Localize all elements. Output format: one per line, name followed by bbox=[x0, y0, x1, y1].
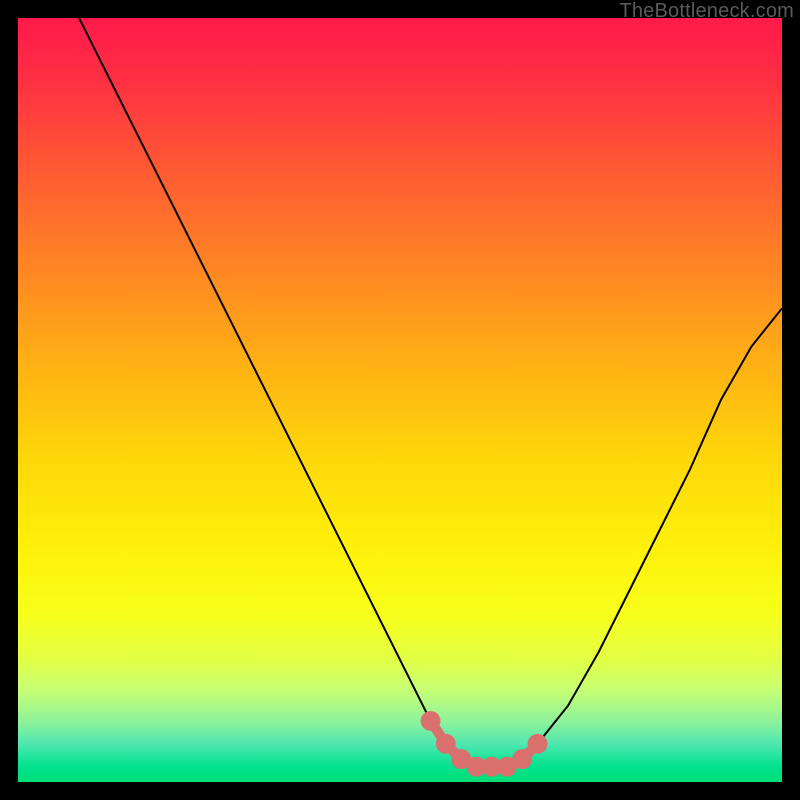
curve-layer bbox=[18, 18, 782, 782]
optimal-range-markers bbox=[421, 711, 548, 777]
watermark-text: TheBottleneck.com bbox=[619, 0, 794, 23]
optimal-marker-dot bbox=[421, 711, 441, 731]
optimal-marker-dot bbox=[436, 734, 456, 754]
optimal-marker-dot bbox=[512, 749, 532, 769]
optimal-marker-dot bbox=[528, 734, 548, 754]
plot-area bbox=[18, 18, 782, 782]
bottleneck-curve-line bbox=[79, 18, 782, 767]
chart-frame: TheBottleneck.com bbox=[0, 0, 800, 800]
bottleneck-curve bbox=[79, 18, 782, 767]
